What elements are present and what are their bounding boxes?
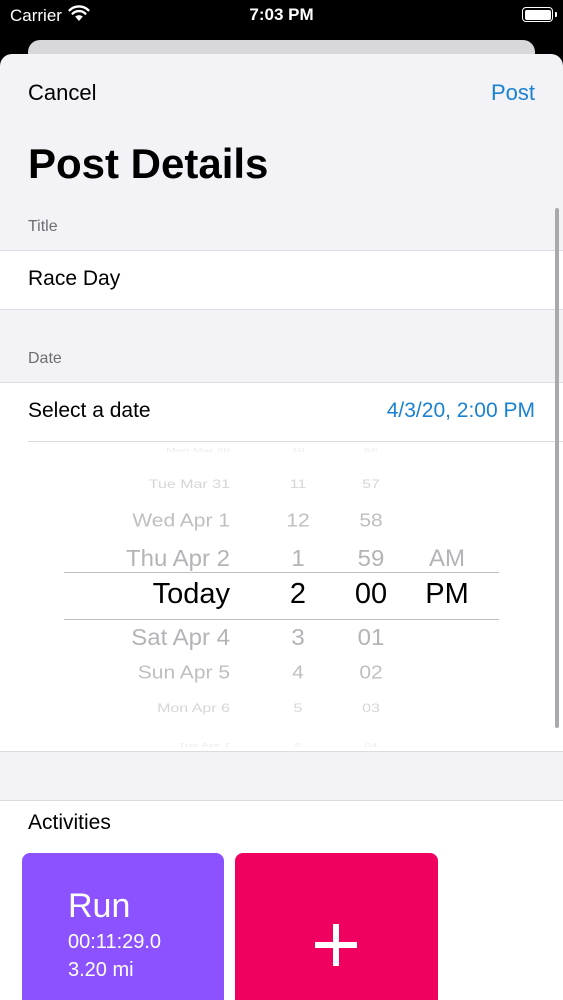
date-picker[interactable]: Mon Mar 30 Tue Mar 31 Wed Apr 1 Thu Apr 2 To… bbox=[64, 447, 499, 748]
title-field[interactable]: Race Day bbox=[0, 250, 563, 310]
picker-period-option[interactable]: PM bbox=[387, 578, 507, 611]
activities-section: Activities Run 00:11:29.0 3.20 mi bbox=[0, 800, 563, 1000]
picker-minute-option[interactable]: 01 bbox=[311, 624, 431, 651]
activity-name: Run bbox=[68, 887, 131, 925]
activity-duration: 00:11:29.0 bbox=[68, 931, 162, 953]
plus-icon bbox=[315, 924, 357, 966]
picker-day-option[interactable]: Tue Mar 31 bbox=[149, 479, 230, 492]
battery-tip bbox=[554, 12, 557, 17]
picker-day-option[interactable]: Thu Apr 2 bbox=[126, 545, 230, 572]
cancel-button[interactable]: Cancel bbox=[28, 80, 96, 106]
page-title: Post Details bbox=[28, 140, 269, 187]
picker-minute-option[interactable]: 57 bbox=[311, 479, 431, 492]
date-row[interactable]: Select a date 4/3/20, 2:00 PM bbox=[0, 382, 563, 442]
post-details-sheet: Cancel Post Post Details Title Race Day … bbox=[0, 54, 563, 1000]
battery-icon bbox=[522, 7, 553, 22]
date-value[interactable]: 4/3/20, 2:00 PM bbox=[387, 399, 535, 423]
status-bar: Carrier 7:03 PM bbox=[0, 0, 563, 32]
picker-minute-option[interactable]: 04 bbox=[311, 742, 431, 748]
post-button[interactable]: Post bbox=[491, 80, 535, 106]
date-label: Select a date bbox=[28, 399, 151, 422]
picker-minute-option[interactable]: 56 bbox=[311, 447, 431, 453]
picker-day-option[interactable]: Mon Mar 30 bbox=[166, 447, 230, 453]
picker-period-option[interactable]: AM bbox=[387, 545, 507, 573]
status-time: 7:03 PM bbox=[249, 5, 314, 24]
picker-day-option[interactable]: Today bbox=[153, 578, 230, 611]
date-picker-area: Mon Mar 30 Tue Mar 31 Wed Apr 1 Thu Apr 2 To… bbox=[0, 442, 563, 752]
picker-minute-option[interactable]: 03 bbox=[311, 703, 431, 716]
picker-day-option[interactable]: Mon Apr 6 bbox=[157, 703, 230, 716]
picker-minute-option[interactable]: 02 bbox=[311, 663, 431, 685]
add-activity-button[interactable] bbox=[235, 853, 438, 1000]
picker-minute-option[interactable]: 58 bbox=[311, 511, 431, 533]
picker-day-option[interactable]: Sun Apr 5 bbox=[138, 663, 230, 685]
picker-selection-bottom-line bbox=[64, 619, 499, 620]
scrollbar[interactable] bbox=[555, 208, 559, 728]
picker-day-option[interactable]: Wed Apr 1 bbox=[132, 511, 230, 533]
activities-title: Activities bbox=[28, 811, 111, 834]
title-value: Race Day bbox=[28, 267, 121, 290]
title-section-header: Title bbox=[28, 218, 58, 235]
date-section-header: Date bbox=[28, 350, 62, 367]
picker-day-option[interactable]: Tue Apr 7 bbox=[178, 742, 230, 748]
activity-distance: 3.20 mi bbox=[68, 959, 134, 981]
activity-card-run[interactable]: Run 00:11:29.0 3.20 mi bbox=[22, 853, 224, 1000]
picker-day-option[interactable]: Sat Apr 4 bbox=[131, 624, 230, 651]
